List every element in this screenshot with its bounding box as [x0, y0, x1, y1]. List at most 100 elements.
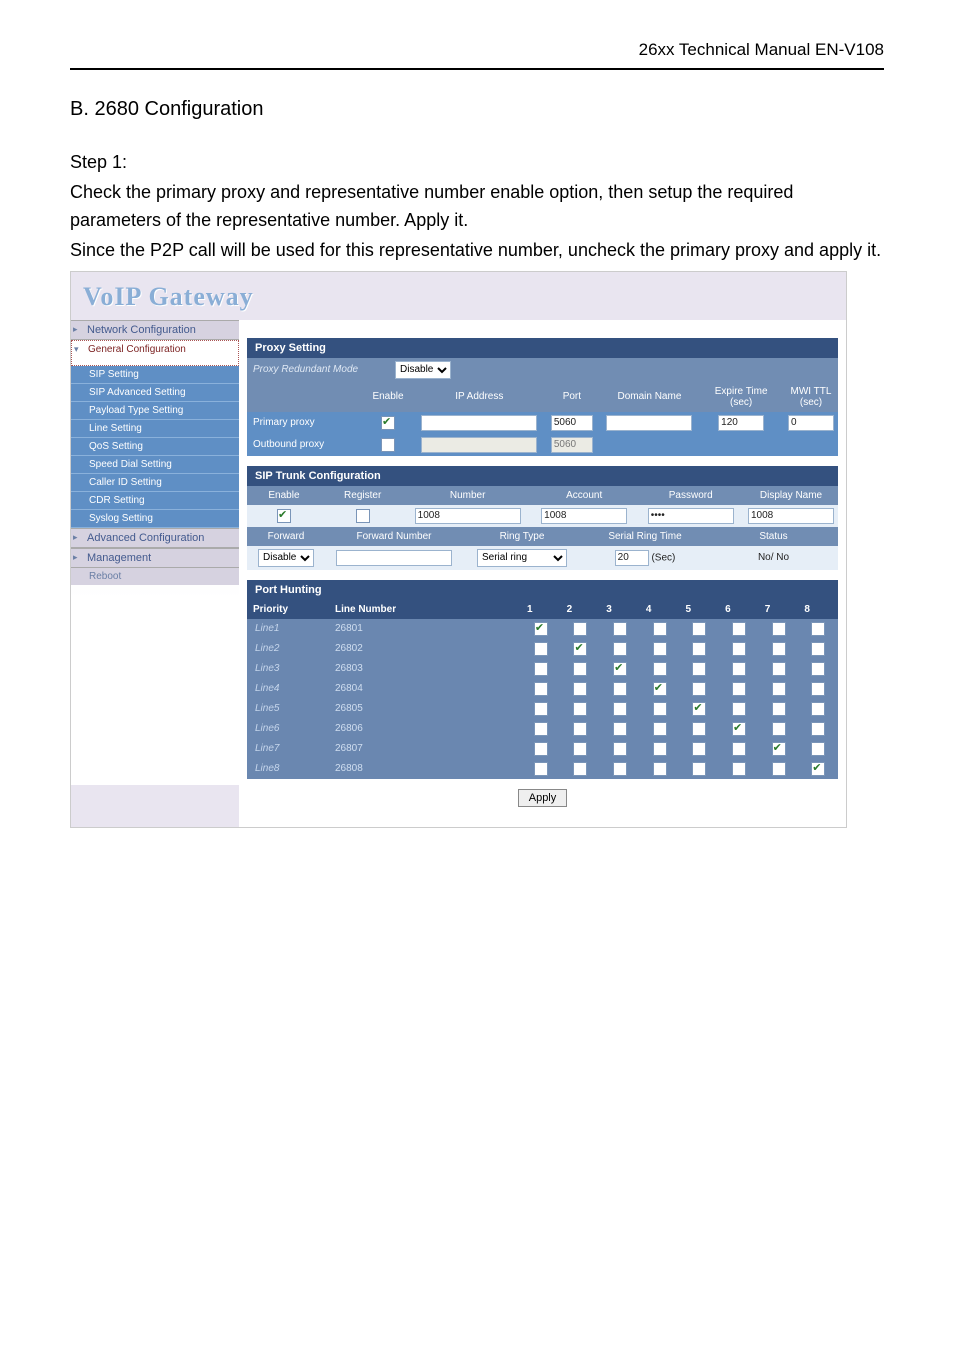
port-checkbox[interactable]	[573, 682, 587, 696]
port-checkbox[interactable]	[811, 762, 825, 776]
proxy-setting-header: Proxy Setting	[247, 338, 838, 358]
port-checkbox[interactable]	[772, 682, 786, 696]
nav-speed-dial-setting[interactable]: Speed Dial Setting	[71, 456, 239, 474]
nav-management[interactable]: ▸Management	[71, 548, 239, 568]
port-checkbox[interactable]	[732, 762, 746, 776]
serial-ring-time-input[interactable]	[615, 550, 649, 566]
port-checkbox[interactable]	[811, 642, 825, 656]
nav-cdr-setting[interactable]: CDR Setting	[71, 492, 239, 510]
nav-line-setting[interactable]: Line Setting	[71, 420, 239, 438]
trunk-password-input[interactable]	[648, 508, 734, 524]
ring-type-select[interactable]: Serial ring	[477, 549, 567, 567]
primary-port-input[interactable]	[551, 415, 593, 431]
port-checkbox[interactable]	[732, 742, 746, 756]
outbound-port-input[interactable]	[551, 437, 593, 453]
nav-reboot[interactable]: Reboot	[71, 568, 239, 585]
port-checkbox[interactable]	[692, 722, 706, 736]
port-checkbox[interactable]	[772, 722, 786, 736]
nav-qos-setting[interactable]: QoS Setting	[71, 438, 239, 456]
port-checkbox[interactable]	[692, 642, 706, 656]
port-checkbox[interactable]	[692, 662, 706, 676]
primary-domain-input[interactable]	[606, 415, 692, 431]
apply-button[interactable]: Apply	[518, 789, 568, 807]
nav-general-configuration[interactable]: ▾General Configuration	[71, 340, 239, 366]
port-checkbox[interactable]	[772, 622, 786, 636]
port-checkbox[interactable]	[573, 702, 587, 716]
port-checkbox[interactable]	[613, 682, 627, 696]
trunk-enable-checkbox[interactable]	[277, 509, 291, 523]
forward-select[interactable]: Disable	[258, 549, 314, 567]
trunk-display-input[interactable]	[748, 508, 834, 524]
port-checkbox[interactable]	[573, 742, 587, 756]
port-checkbox[interactable]	[811, 702, 825, 716]
port-checkbox[interactable]	[534, 742, 548, 756]
port-checkbox[interactable]	[653, 662, 667, 676]
port-checkbox[interactable]	[732, 702, 746, 716]
port-checkbox[interactable]	[692, 762, 706, 776]
port-checkbox[interactable]	[653, 762, 667, 776]
port-checkbox[interactable]	[811, 682, 825, 696]
nav-network-configuration[interactable]: ▸Network Configuration	[71, 320, 239, 340]
port-checkbox[interactable]	[732, 722, 746, 736]
port-checkbox[interactable]	[732, 622, 746, 636]
port-checkbox[interactable]	[534, 682, 548, 696]
nav-payload-type-setting[interactable]: Payload Type Setting	[71, 402, 239, 420]
port-checkbox[interactable]	[811, 662, 825, 676]
port-checkbox[interactable]	[811, 722, 825, 736]
port-checkbox[interactable]	[653, 722, 667, 736]
port-checkbox[interactable]	[772, 742, 786, 756]
port-checkbox[interactable]	[573, 662, 587, 676]
outbound-ip-input[interactable]	[421, 437, 537, 453]
port-checkbox[interactable]	[692, 682, 706, 696]
port-checkbox[interactable]	[573, 722, 587, 736]
primary-mwi-input[interactable]	[788, 415, 834, 431]
port-checkbox[interactable]	[811, 742, 825, 756]
port-checkbox[interactable]	[692, 702, 706, 716]
port-checkbox[interactable]	[613, 702, 627, 716]
port-checkbox[interactable]	[573, 622, 587, 636]
port-checkbox[interactable]	[534, 642, 548, 656]
port-checkbox[interactable]	[534, 622, 548, 636]
port-checkbox[interactable]	[692, 742, 706, 756]
port-checkbox[interactable]	[732, 642, 746, 656]
nav-sip-advanced-setting[interactable]: SIP Advanced Setting	[71, 384, 239, 402]
port-checkbox[interactable]	[653, 622, 667, 636]
trunk-account-input[interactable]	[541, 508, 627, 524]
port-checkbox[interactable]	[811, 622, 825, 636]
primary-ip-input[interactable]	[421, 415, 537, 431]
port-checkbox[interactable]	[534, 722, 548, 736]
port-checkbox[interactable]	[653, 702, 667, 716]
port-checkbox[interactable]	[772, 702, 786, 716]
trunk-register-checkbox[interactable]	[356, 509, 370, 523]
port-checkbox[interactable]	[653, 682, 667, 696]
port-checkbox[interactable]	[653, 642, 667, 656]
port-checkbox[interactable]	[534, 702, 548, 716]
port-checkbox[interactable]	[613, 642, 627, 656]
port-checkbox[interactable]	[613, 622, 627, 636]
port-checkbox[interactable]	[613, 742, 627, 756]
proxy-redundant-select[interactable]: Disable	[395, 361, 451, 379]
nav-syslog-setting[interactable]: Syslog Setting	[71, 510, 239, 528]
port-checkbox[interactable]	[534, 762, 548, 776]
port-checkbox[interactable]	[573, 642, 587, 656]
outbound-enable-checkbox[interactable]	[381, 438, 395, 452]
nav-sip-setting[interactable]: SIP Setting	[71, 366, 239, 384]
port-checkbox[interactable]	[613, 762, 627, 776]
port-checkbox[interactable]	[613, 722, 627, 736]
nav-advanced-configuration[interactable]: ▸Advanced Configuration	[71, 528, 239, 548]
port-checkbox[interactable]	[653, 742, 667, 756]
port-checkbox[interactable]	[732, 662, 746, 676]
primary-expire-input[interactable]	[718, 415, 764, 431]
port-checkbox[interactable]	[692, 622, 706, 636]
port-checkbox[interactable]	[772, 762, 786, 776]
port-checkbox[interactable]	[772, 662, 786, 676]
forward-number-input[interactable]	[336, 550, 452, 566]
port-checkbox[interactable]	[534, 662, 548, 676]
port-checkbox[interactable]	[772, 642, 786, 656]
primary-enable-checkbox[interactable]	[381, 416, 395, 430]
nav-caller-id-setting[interactable]: Caller ID Setting	[71, 474, 239, 492]
port-checkbox[interactable]	[613, 662, 627, 676]
port-checkbox[interactable]	[573, 762, 587, 776]
port-checkbox[interactable]	[732, 682, 746, 696]
trunk-number-input[interactable]	[415, 508, 521, 524]
